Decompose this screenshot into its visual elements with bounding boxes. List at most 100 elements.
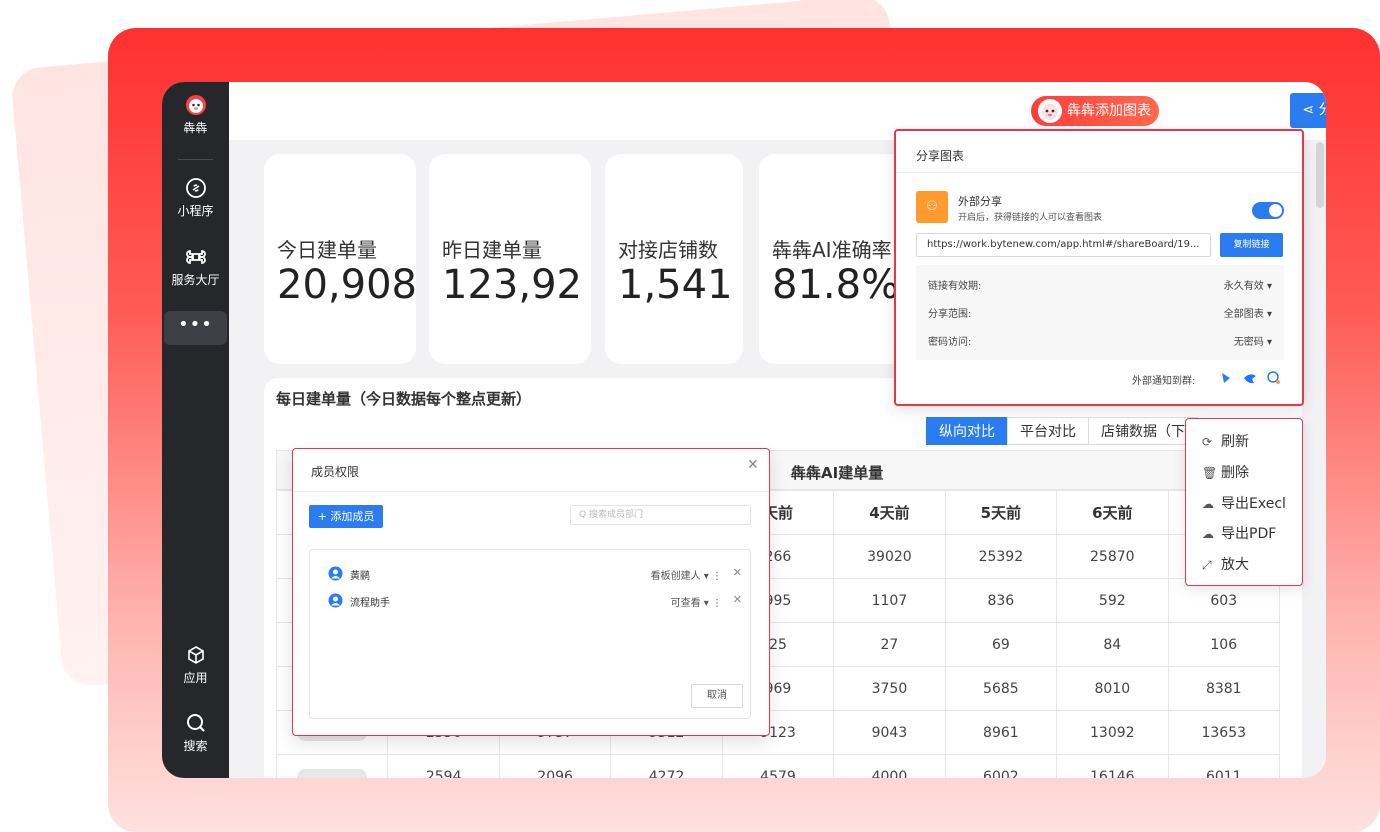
external-share-desc: 开启后，获得链接的人可以查看图表 [958,213,1103,223]
sidebar: 犇犇 小程序 服务大厅 ••• 应用 搜索 [162,82,229,778]
option-label: 链接有效期: [928,281,982,292]
table-cell: 8961 [944,710,1058,755]
sidebar-divider [178,159,213,160]
search-icon [186,714,205,732]
sidebar-item-label: 应用 [183,671,208,685]
link-validity-select[interactable]: 永久有效 ▾ [1224,277,1272,292]
dingtalk-icon[interactable] [1242,370,1258,386]
dialog-title: 成员权限 [311,465,360,479]
member-name: 流程助手 [350,598,390,609]
tab-store-data[interactable]: 店铺数据（下 [1088,417,1198,445]
table-cell: 8010 [1056,666,1169,711]
external-share-title: 外部分享 [958,195,1002,208]
link-circle-icon [185,178,206,198]
stat-label: 今日建单量 [277,238,377,262]
feishu-icon[interactable] [1218,370,1234,386]
menu-item-refresh[interactable]: ⟳ 刷新 [1202,431,1249,451]
member-role-select[interactable]: 看板创建人 ▾ ⋮ [651,567,722,582]
row-label-placeholder [297,768,368,778]
sidebar-item-label: 服务大厅 [171,273,220,287]
divider [896,172,1302,173]
table-cell: 25870 [1056,534,1169,579]
wechat-work-icon[interactable] [1266,370,1282,386]
brand-logo[interactable]: 犇犇 [162,94,229,136]
table-cell: 2096 [498,754,612,778]
cloud-download-icon: ☁ [1202,497,1214,511]
copy-link-button[interactable]: 复制链接 [1220,233,1283,257]
menu-item-export-pdf[interactable]: ☁ 导出PDF [1202,523,1276,543]
tab-platform-compare[interactable]: 平台对比 [1007,417,1089,445]
menu-item-label: 刷新 [1221,434,1249,450]
mascot-icon [1038,99,1062,123]
stat-card[interactable]: 今日建单量 20,908 [264,154,417,364]
sidebar-item-search[interactable]: 搜索 [162,712,229,754]
close-icon[interactable]: ✕ [747,457,759,473]
row-label [275,754,389,778]
share-button-label: 分享 [1318,102,1326,118]
sidebar-item-service-hall[interactable]: 服务大厅 [162,246,229,288]
table-cell: 3750 [833,666,946,711]
tab-vertical-compare[interactable]: 纵向对比 [926,417,1008,445]
stage: 犇犇 小程序 服务大厅 ••• 应用 搜索 犇犇添加图表 ⋖ 分 今日建单量 2… [0,0,1380,832]
ai-add-chart-button[interactable]: 犇犇添加图表 [1031,96,1159,126]
table-cell: 4272 [610,754,723,778]
users-icon: ⚇ [916,191,948,223]
password-select[interactable]: 无密码 ▾ [1234,333,1272,348]
menu-item-export-excel[interactable]: ☁ 导出Execl [1202,493,1286,513]
column-header: 4天前 [833,490,946,535]
avatar [328,566,343,581]
cube-icon [187,646,204,664]
stat-value: 81.8% [772,262,900,308]
stat-value: 123,92 [442,262,582,308]
stat-card[interactable]: 昨日建单量 123,92 [429,154,591,364]
member-list: 黄鹂 看板创建人 ▾ ⋮ ✕ 流程助手 可查看 ▾ ⋮ ✕ [309,549,751,719]
sidebar-item-label: 小程序 [177,204,214,218]
stat-value: 1,541 [618,262,733,308]
external-share-toggle[interactable] [1252,202,1284,219]
option-label: 密码访问: [928,337,972,348]
ai-add-chart-label: 犇犇添加图表 [1067,103,1151,119]
member-role-select[interactable]: 可查看 ▾ ⋮ [671,594,722,609]
share-button[interactable]: ⋖ 分享 [1290,93,1326,128]
group-header-label: 犇犇AI建单量 [791,464,884,482]
table-cell: 39020 [833,534,946,579]
scrollbar[interactable] [1316,142,1324,208]
share-link-field[interactable]: https://work.bytenew.com/app.html#/share… [916,233,1211,257]
card-title: 每日建单量（今日数据每个整点更新） [276,390,532,408]
menu-item-label: 导出PDF [1221,526,1277,542]
table-cell: 25392 [944,534,1058,579]
table-cell: 2594 [387,754,500,778]
table-cell: 4000 [833,754,946,778]
share-icon: ⋖ [1302,102,1315,118]
sidebar-item-mini-program[interactable]: 小程序 [162,177,229,219]
menu-item-label: 删除 [1221,465,1249,481]
table-cell: 8381 [1167,666,1281,711]
option-label: 分享范围: [928,309,972,320]
menu-item-label: 放大 [1221,557,1249,573]
add-member-button[interactable]: + 添加成员 [309,505,383,528]
stat-value: 20,908 [277,262,417,308]
stat-label: 昨日建单量 [442,238,542,262]
remove-member-icon[interactable]: ✕ [733,593,742,606]
remove-member-icon[interactable]: ✕ [733,566,742,579]
table-cell: 6011 [1167,754,1281,778]
chart-context-menu: ⟳ 刷新 🗑 删除 ☁ 导出Execl ☁ 导出PDF ⤢ 放大 [1185,418,1303,586]
column-header: 6天前 [1056,490,1169,535]
list-item: 黄鹂 看板创建人 ▾ ⋮ ✕ [328,566,742,582]
table-cell: 9043 [833,710,946,755]
table-cell: 5685 [944,666,1058,711]
menu-item-delete[interactable]: 🗑 删除 [1202,462,1249,482]
share-scope-select[interactable]: 全部图表 ▾ [1224,305,1272,320]
sidebar-item-apps[interactable]: 应用 [162,644,229,686]
more-button[interactable]: ••• [164,311,227,345]
share-options: 链接有效期: 永久有效 ▾ 分享范围: 全部图表 ▾ 密码访问: 无密码 ▾ [916,265,1284,360]
stat-card[interactable]: 对接店铺数 1,541 [605,154,743,364]
stat-label: 对接店铺数 [618,238,718,262]
member-search-input[interactable]: Q 搜索成员部门 [570,505,751,525]
menu-item-expand[interactable]: ⤢ 放大 [1202,554,1249,574]
table-cell: 13092 [1056,710,1169,755]
cloud-download-icon: ☁ [1202,527,1214,541]
compare-tabs: 纵向对比 平台对比 店铺数据（下 [926,417,1198,445]
cancel-button[interactable]: 取消 [691,684,743,708]
table-cell: 1107 [833,578,946,623]
